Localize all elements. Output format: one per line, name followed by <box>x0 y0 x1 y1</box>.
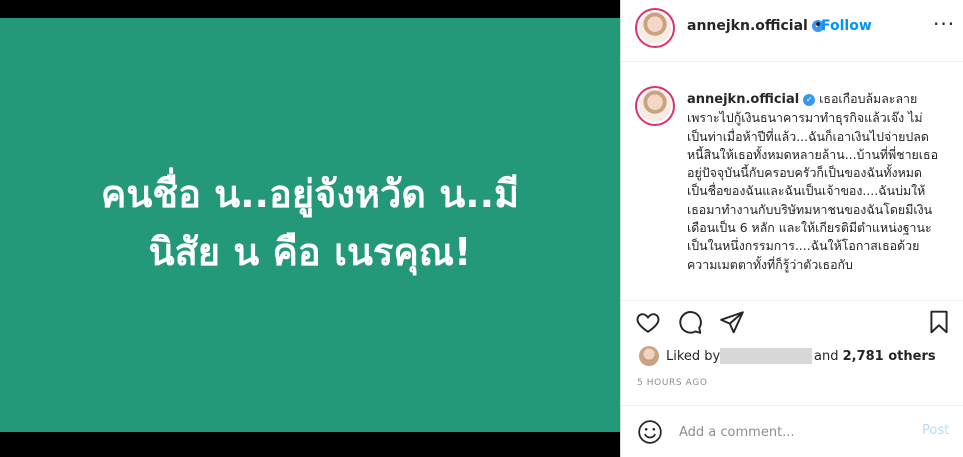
caption-area: annejkn.official ✓ เธอเกือบล้มละลาย เพราะ… <box>621 62 963 300</box>
image-text-line-1: คนชื่อ น..อยู่จังหวัด น..มี <box>100 172 520 216</box>
image-text-line-2: นิสัย น คือ เนรคุณ! <box>148 230 472 274</box>
caption-body: เธอเกือบล้มละลาย เพราะไปกู้เงินธนาคารมาท… <box>687 91 939 272</box>
more-options-icon[interactable]: ··· <box>933 12 955 36</box>
post-sidebar: annejkn.official ✓ • Follow ··· annejkn.o… <box>620 0 963 457</box>
share-icon[interactable] <box>719 309 745 335</box>
header-username-row: annejkn.official ✓ <box>687 18 824 34</box>
heart-icon[interactable] <box>635 309 661 335</box>
caption-text: annejkn.official ✓ เธอเกือบล้มละลาย เพราะ… <box>687 90 939 274</box>
likes-joiner: and <box>814 349 839 364</box>
follow-button[interactable]: Follow <box>821 18 872 34</box>
avatar-image <box>639 12 671 44</box>
post-header: annejkn.official ✓ • Follow ··· <box>621 0 963 62</box>
verified-badge-icon: ✓ <box>803 93 816 106</box>
header-username[interactable]: annejkn.official <box>687 18 808 34</box>
liked-by-label: Liked by <box>666 349 721 364</box>
likes-others: and 2,781 others <box>814 349 936 364</box>
action-bar <box>621 300 963 342</box>
post-media: คนชื่อ น..อยู่จังหวัด น..มี นิสัย น คือ … <box>0 0 620 457</box>
post-comment-button[interactable]: Post <box>922 423 949 438</box>
likes-count-link[interactable]: 2,781 others <box>843 349 936 364</box>
comment-input[interactable] <box>677 421 911 443</box>
avatar-image <box>639 90 671 122</box>
post-timestamp[interactable]: 5 HOURS AGO <box>637 378 708 388</box>
avatar[interactable] <box>635 8 675 48</box>
comment-icon[interactable] <box>677 309 703 335</box>
emoji-icon[interactable] <box>637 419 663 445</box>
caption-avatar[interactable] <box>635 86 675 126</box>
bookmark-icon[interactable] <box>926 309 952 335</box>
redacted-username <box>720 348 812 364</box>
likes-row: Liked by and 2,781 others <box>621 342 963 370</box>
liker-avatar[interactable] <box>639 346 659 366</box>
caption-username[interactable]: annejkn.official <box>687 92 799 107</box>
comment-box: Post <box>621 405 963 457</box>
image-text: คนชื่อ น..อยู่จังหวัด น..มี นิสัย น คือ … <box>30 165 590 281</box>
post-image[interactable]: คนชื่อ น..อยู่จังหวัด น..มี นิสัย น คือ … <box>0 18 620 432</box>
